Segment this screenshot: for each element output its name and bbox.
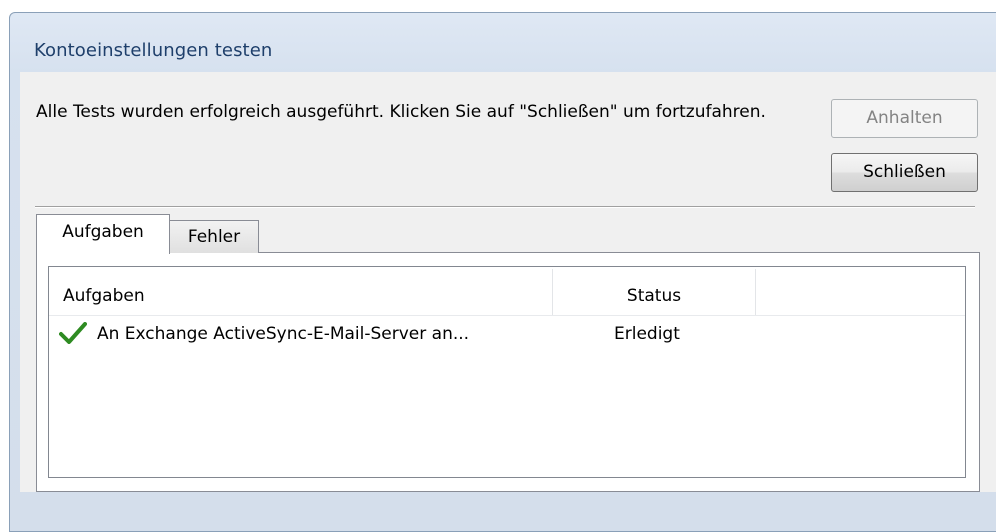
tab-aufgaben[interactable]: Aufgaben (36, 214, 170, 254)
tab-fehler[interactable]: Fehler (170, 220, 259, 253)
list-header: Aufgaben Status (49, 267, 965, 316)
column-divider[interactable] (755, 269, 756, 315)
dialog-title: Kontoeinstellungen testen (34, 40, 273, 61)
separator (35, 206, 975, 208)
task-name: An Exchange ActiveSync-E-Mail-Server an.… (97, 324, 470, 344)
task-list[interactable]: Aufgaben Status An Exchange ActiveSync-E… (48, 266, 966, 478)
header-divider (49, 315, 965, 316)
task-status: Erledigt (614, 324, 680, 344)
column-header-status[interactable]: Status (553, 267, 755, 316)
status-message: Alle Tests wurden erfolgreich ausgeführt… (36, 102, 766, 122)
stop-button[interactable]: Anhalten (831, 99, 978, 138)
checkmark-icon (59, 322, 87, 344)
column-header-aufgaben[interactable]: Aufgaben (63, 267, 543, 316)
close-button[interactable]: Schließen (831, 153, 978, 192)
